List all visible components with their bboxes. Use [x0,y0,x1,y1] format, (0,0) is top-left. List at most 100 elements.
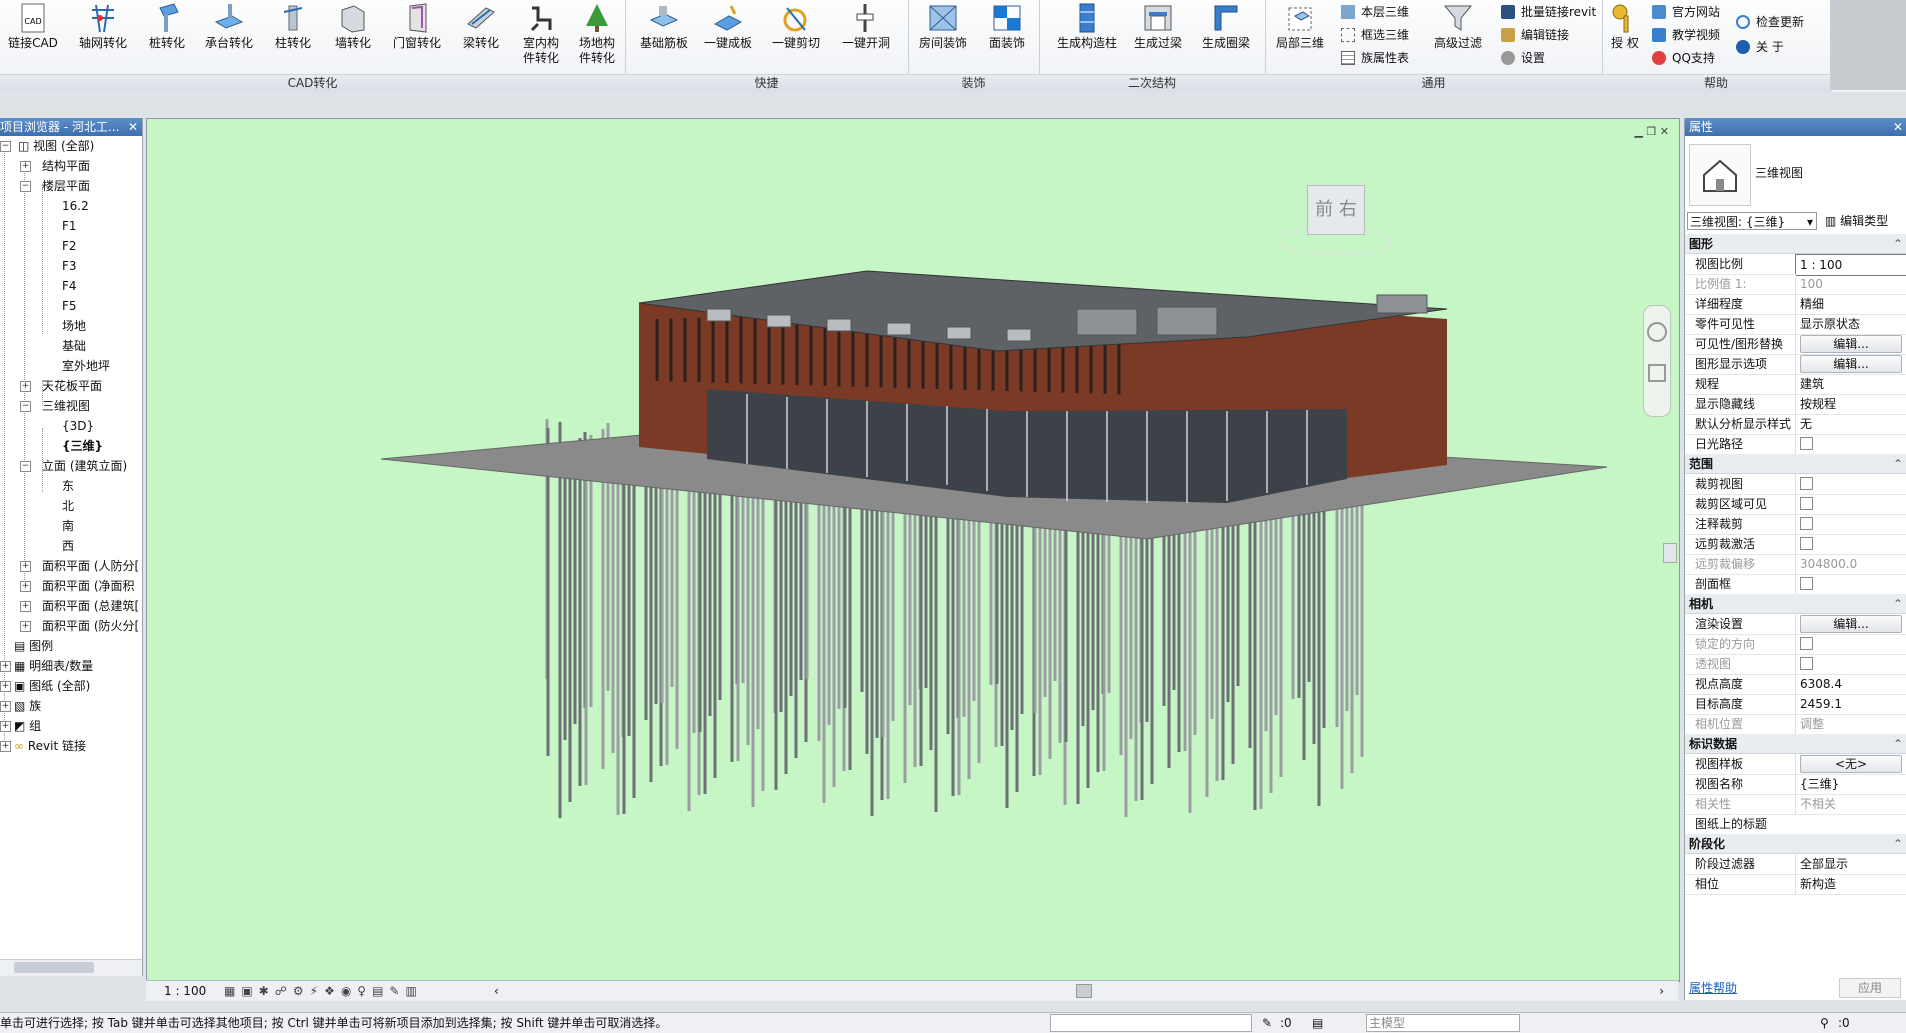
property-value[interactable] [1795,494,1906,514]
tree-leaf-f3[interactable]: F3 [62,256,77,276]
zoom-icon[interactable] [1648,364,1666,382]
checkbox[interactable] [1800,577,1813,590]
collapse-icon[interactable]: ⌃ [1893,594,1903,614]
collapse-icon[interactable]: ⌃ [1893,454,1903,474]
link-cad-button[interactable]: CAD 链接CAD [2,2,64,51]
filter-icon[interactable]: ⚲ [1820,1013,1829,1033]
property-value[interactable]: 按规程 [1795,394,1906,414]
generate-lintel-button[interactable]: 生成过梁 [1127,2,1189,51]
tree-node-area-plan-1[interactable]: + 面积平面 (人防分[ [20,556,139,576]
collapse-icon[interactable]: − [20,461,31,472]
tree-node-sheets[interactable]: + ▣ 图纸 (全部) [0,676,90,696]
tree-leaf-south[interactable]: 南 [62,516,74,536]
workset-dropdown[interactable] [1050,1014,1252,1032]
expand-icon[interactable]: + [20,621,31,632]
room-decoration-button[interactable]: 房间装饰 [912,2,974,51]
collapse-icon[interactable]: − [0,141,11,152]
property-value[interactable]: 编辑... [1795,334,1906,354]
tree-leaf-3d[interactable]: {3D} [62,416,94,436]
edit-button[interactable]: 编辑... [1800,355,1902,373]
expand-icon[interactable]: + [20,381,31,392]
pile-convert-button[interactable]: 桩转化 [136,2,198,51]
checkbox[interactable] [1800,517,1813,530]
grid-convert-button[interactable]: 轴网转化 [72,2,134,51]
checkbox[interactable] [1800,437,1813,450]
viewport-scroll-thumb[interactable] [1663,543,1677,563]
horizontal-scroll-thumb[interactable] [1076,984,1092,998]
generate-ring-beam-button[interactable]: 生成圈梁 [1195,2,1257,51]
property-value[interactable]: 显示原状态 [1795,314,1906,334]
tree-node-schedule[interactable]: + ▦ 明细表/数量 [0,656,93,676]
design-options-icon[interactable]: ▤ [1312,1013,1323,1033]
collapse-icon[interactable]: − [20,181,31,192]
expand-icon[interactable]: + [20,561,31,572]
authorize-button[interactable]: 授 权 [1602,2,1648,51]
box-3d-button[interactable]: 框选三维 [1341,25,1409,45]
section-graphics[interactable]: 图形 ⌃ [1685,234,1906,254]
beam-convert-button[interactable]: 梁转化 [450,2,512,51]
close-icon[interactable]: ✕ [1893,118,1903,136]
about-button[interactable]: 关 于 [1736,37,1784,57]
one-key-cut-button[interactable]: 一键剪切 [765,2,827,51]
expand-icon[interactable]: + [0,681,11,692]
expand-icon[interactable]: + [0,661,11,672]
property-value[interactable] [1795,534,1906,554]
collapse-icon[interactable]: − [20,401,31,412]
property-value[interactable] [1795,474,1906,494]
tree-node-ceiling[interactable]: + 天花板平面 [20,376,102,396]
floor-3d-button[interactable]: 本层三维 [1341,2,1409,22]
expand-icon[interactable]: + [20,601,31,612]
design-option-dropdown[interactable]: 主模型 [1366,1014,1520,1032]
tree-node-area-plan-2[interactable]: + 面积平面 (净面积 [20,576,135,596]
property-value[interactable]: <无> [1795,754,1906,774]
viewcube-box[interactable]: 前 右 [1307,185,1365,235]
tree-leaf-f1[interactable]: F1 [62,216,77,236]
collapse-icon[interactable]: ⌃ [1893,834,1903,854]
scroll-left-icon[interactable]: ‹ [494,981,499,1001]
browser-horizontal-scrollbar[interactable] [0,959,142,976]
steering-wheel-icon[interactable] [1647,322,1667,342]
tree-node-revit-links[interactable]: + ∞ Revit 链接 [0,736,86,756]
tree-node-views-all[interactable]: − ◫ 视图 (全部) [0,136,95,156]
viewcube[interactable]: 前 右 [1277,177,1391,257]
property-value[interactable]: 1 : 100 [1795,254,1906,276]
section-extents[interactable]: 范围 ⌃ [1685,454,1906,474]
scroll-thumb[interactable] [14,962,94,973]
tree-node-elevation[interactable]: − 立面 (建筑立面) [20,456,127,476]
close-icon[interactable]: ✕ [128,118,138,136]
property-value[interactable] [1795,574,1906,594]
tree-leaf-foundation[interactable]: 基础 [62,336,86,356]
tree-node-struct-plan[interactable]: + 结构平面 [20,156,90,176]
teaching-video-link[interactable]: 教学视频 [1652,25,1720,45]
tree-leaf-f2[interactable]: F2 [62,236,77,256]
property-value[interactable]: 6308.4 [1795,674,1906,694]
tree-leaf-16-2[interactable]: 16.2 [62,196,89,216]
tree-node-area-plan-4[interactable]: + 面积平面 (防火分[ [20,616,139,636]
indoor-component-convert-button[interactable]: 室内构 件转化 [510,2,572,66]
property-value[interactable]: 新构造 [1795,874,1906,894]
expand-icon[interactable]: + [0,701,11,712]
edit-button[interactable]: 编辑... [1800,615,1902,633]
expand-icon[interactable]: + [20,581,31,592]
property-value[interactable]: 全部显示 [1795,854,1906,874]
property-value[interactable]: 建筑 [1795,374,1906,394]
cap-convert-button[interactable]: 承台转化 [198,2,260,51]
property-value[interactable]: 无 [1795,414,1906,434]
property-value[interactable]: 精细 [1795,294,1906,314]
expand-icon[interactable]: + [0,741,11,752]
scroll-right-icon[interactable]: › [1659,981,1664,1001]
wall-convert-button[interactable]: 墙转化 [322,2,384,51]
tree-leaf-3d-cn[interactable]: {三维} [62,436,103,456]
tree-leaf-outdoor[interactable]: 室外地坪 [62,356,110,376]
collapse-icon[interactable]: ⌃ [1893,234,1903,254]
site-component-convert-button[interactable]: 场地构 件转化 [566,2,628,66]
tree-node-3d-views[interactable]: − 三维视图 [20,396,90,416]
foundation-slab-button[interactable]: 基础筋板 [633,2,695,51]
property-value[interactable]: 编辑... [1795,614,1906,634]
advanced-filter-button[interactable]: 高级过滤 [1423,2,1493,51]
check-update-button[interactable]: 检查更新 [1736,12,1804,32]
property-value[interactable] [1795,514,1906,534]
property-value[interactable]: {三维} [1795,774,1906,794]
door-window-convert-button[interactable]: 门窗转化 [386,2,448,51]
tree-leaf-site[interactable]: 场地 [62,316,86,336]
